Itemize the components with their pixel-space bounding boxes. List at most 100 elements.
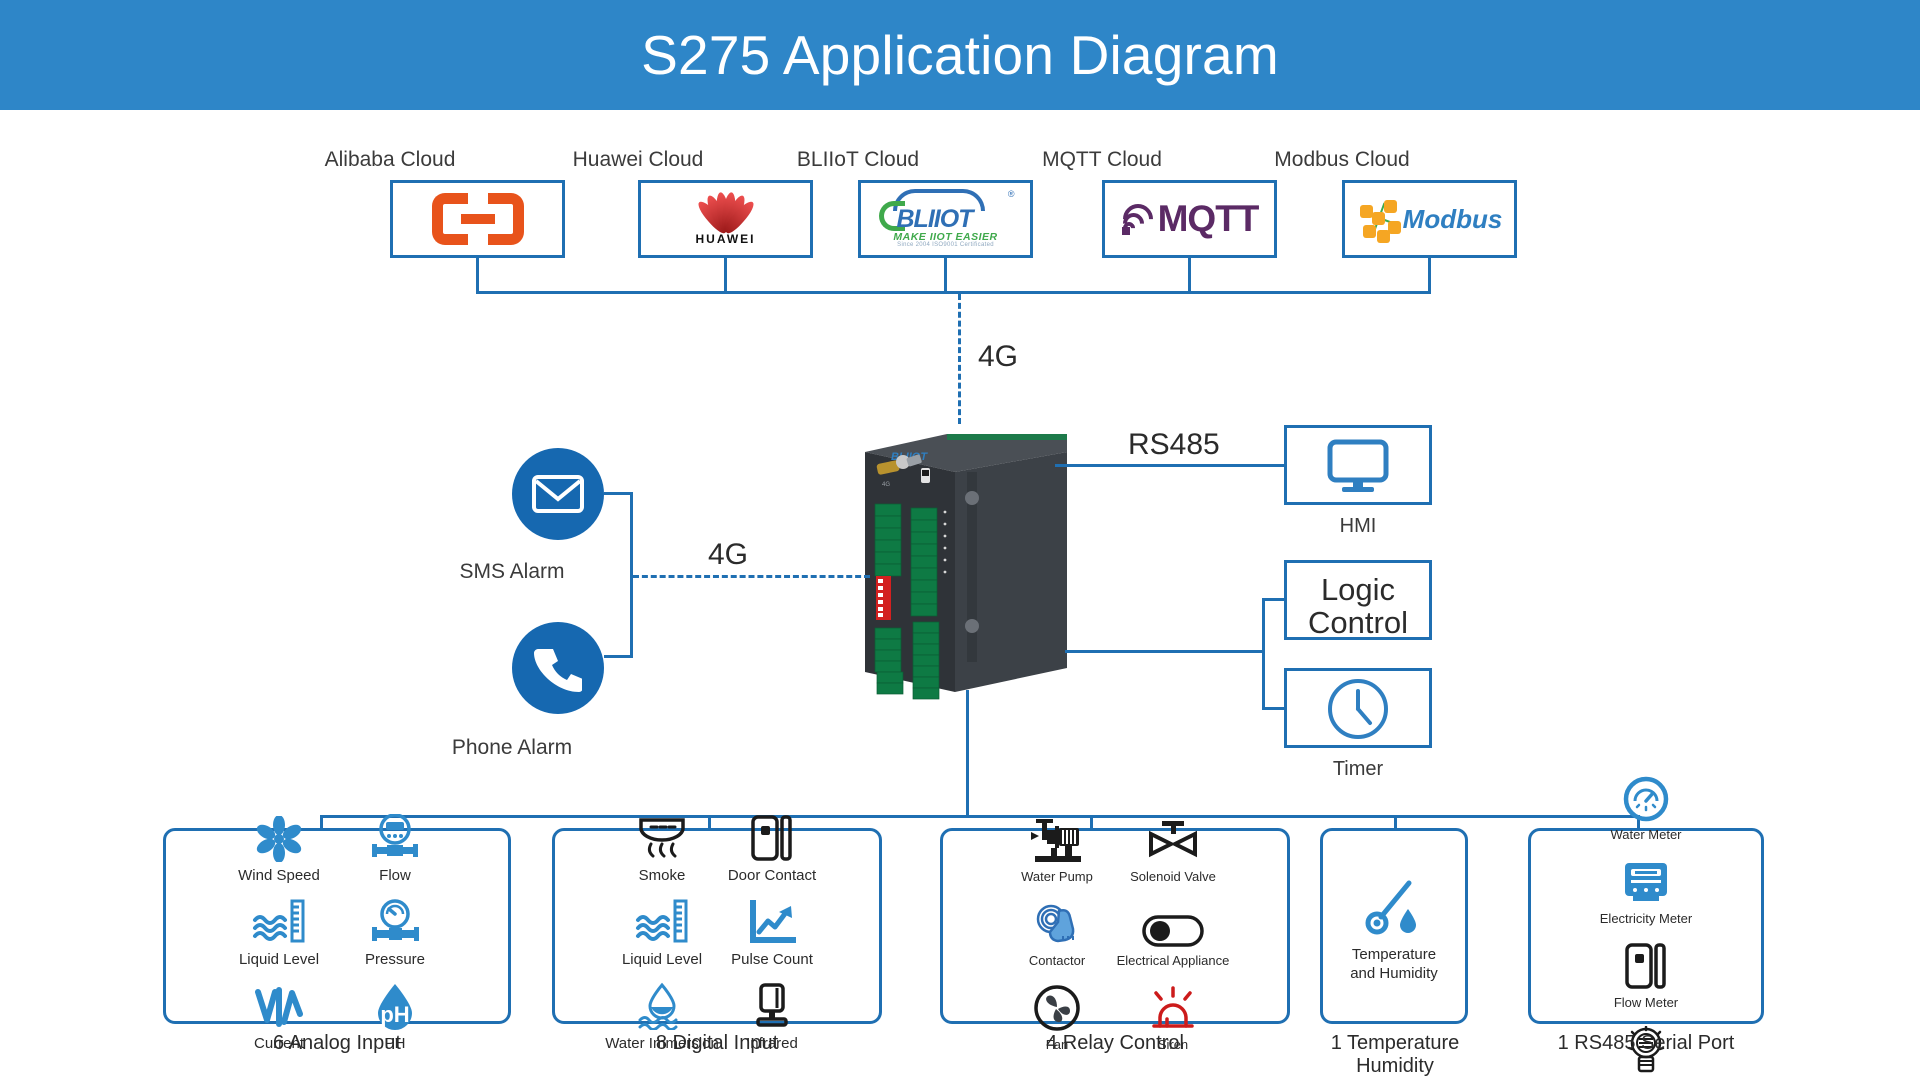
cloud-bus-line [476, 291, 1431, 294]
flow-meter-box-icon [1625, 943, 1666, 989]
item-label: Electricity Meter [1599, 911, 1693, 926]
item-smoke[interactable]: Smoke [607, 800, 717, 884]
page-title: S275 Application Diagram [641, 24, 1279, 86]
thermometer-humidity-icon [1365, 880, 1416, 935]
siren-icon [1152, 986, 1194, 1028]
panel-temperature-humidity[interactable]: Temperature and Humidity [1320, 828, 1468, 1024]
bliiot-logo: ® BLIIOT MAKE IIOT EASIER Since 2004 ISO… [871, 187, 1021, 251]
monitor-icon [1327, 439, 1389, 492]
rs485-link-line [1055, 464, 1285, 467]
cloud-caption-bliiot: BLIIoT Cloud [796, 148, 920, 171]
logic-control-line1: Logic [1320, 572, 1396, 607]
item-solenoid-valve[interactable]: Solenoid Valve [1115, 800, 1231, 884]
clock-icon [1328, 679, 1388, 739]
item-flow[interactable]: Flow [337, 800, 453, 884]
item-wind-speed[interactable]: Wind Speed [221, 800, 337, 884]
item-label: Door Contact [727, 867, 817, 884]
electricity-meter-icon [1625, 863, 1667, 901]
panel-relay-control[interactable]: Water Pump Solenoid Valve Contactor Elec… [940, 819, 1290, 1052]
panel-caption-rs485: 1 RS485 Serial Port [1557, 1032, 1735, 1054]
logic-timer-trunk [1065, 650, 1265, 653]
timer-node[interactable] [1284, 668, 1432, 748]
huawei-wordmark: HUAWEI [695, 232, 756, 246]
cloud-caption-alibaba: Alibaba Cloud [324, 148, 456, 171]
item-label: Liquid Level [621, 951, 703, 968]
timer-branch [1262, 707, 1287, 710]
cloud-drop-huawei [724, 258, 727, 294]
item-label-line1: Temperature [1351, 945, 1437, 963]
item-flow-meter[interactable]: Flow Meter [1590, 926, 1702, 1010]
item-electrical-appliance[interactable]: Electrical Appliance [1115, 884, 1231, 968]
cloud-box-mqtt[interactable]: MQTT [1102, 180, 1277, 258]
item-liquid-level-digital[interactable]: Liquid Level [607, 884, 717, 968]
item-label: Electrical Appliance [1116, 953, 1230, 968]
cloud-drop-bliiot [944, 258, 947, 294]
cloud-drop-mqtt [1188, 258, 1191, 294]
cloud-box-bliiot[interactable]: ® BLIIOT MAKE IIOT EASIER Since 2004 ISO… [858, 180, 1033, 258]
modbus-logo: Modbus [1357, 197, 1502, 243]
cloud-box-alibaba[interactable] [390, 180, 565, 258]
svg-text:4G: 4G [882, 482, 890, 488]
diagram-canvas: S275 Application Diagram Alibaba Cloud H… [0, 0, 1920, 1080]
item-contactor[interactable]: Contactor [999, 884, 1115, 968]
item-temperature-humidity[interactable]: Temperature and Humidity [1327, 851, 1461, 1001]
item-water-meter[interactable]: Water Meter [1590, 758, 1702, 842]
panel-digital-input[interactable]: Smoke Door Contact Liquid Level Pulse Co… [552, 815, 882, 1052]
item-label: Pressure [364, 951, 426, 968]
device-downlink-line [966, 690, 969, 818]
item-pressure[interactable]: Pressure [337, 884, 453, 968]
item-label: Solenoid Valve [1130, 869, 1216, 884]
item-water-pump[interactable]: Water Pump [999, 800, 1115, 884]
rs485-label: RS485 [1128, 428, 1220, 461]
item-pulse-count[interactable]: Pulse Count [717, 884, 827, 968]
alibaba-cloud-logo [431, 193, 524, 245]
item-label: Flow [379, 867, 411, 884]
fan-icon [256, 816, 302, 862]
item-door-contact[interactable]: Door Contact [717, 800, 827, 884]
logic-control-node[interactable]: Logic Control [1284, 560, 1432, 640]
cloud-caption-modbus: Modbus Cloud [1274, 148, 1410, 171]
bottom-bus-line [320, 815, 1640, 818]
panel-caption-temp-line1: 1 Temperature [1330, 1032, 1460, 1054]
cloud-box-huawei[interactable]: HUAWEI [638, 180, 813, 258]
door-contact-icon [751, 815, 792, 861]
sms-alarm-badge[interactable] [512, 448, 604, 540]
liquid-level-icon [253, 899, 305, 943]
bliiot-cert: Since 2004 ISO9001 Certificated [897, 242, 994, 248]
panel-analog-input[interactable]: Wind Speed Flow Liquid Level Pressure Cu… [163, 814, 511, 1052]
panel-caption-digital: 8 Digital Input [655, 1032, 779, 1054]
item-liquid-level[interactable]: Liquid Level [221, 884, 337, 968]
toggle-switch-icon [1142, 915, 1204, 947]
uplink-4g-label: 4G [978, 340, 1019, 373]
item-label: Flow Meter [1613, 995, 1679, 1010]
ph-droplet-icon: pH [378, 984, 412, 1030]
registered-mark: ® [1007, 189, 1015, 199]
phone-icon [534, 649, 582, 692]
water-pump-icon [1031, 819, 1081, 862]
hmi-node[interactable] [1284, 425, 1432, 505]
current-wave-icon [255, 987, 303, 1027]
pressure-gauge-icon [372, 899, 419, 941]
mqtt-logo: MQTT [1116, 197, 1259, 241]
infrared-sensor-icon [756, 983, 788, 1027]
contactor-icon [1036, 904, 1075, 943]
logic-timer-bracket [1262, 598, 1265, 710]
panel-caption-temp-line2: Humidity [1356, 1055, 1434, 1077]
cloud-drop-alibaba [476, 258, 479, 294]
item-label: Pulse Count [731, 951, 813, 968]
logic-branch [1262, 598, 1287, 601]
phone-alarm-badge[interactable] [512, 622, 604, 714]
pulse-chart-icon [750, 900, 796, 943]
item-label: Liquid Level [238, 951, 320, 968]
alarm-branch-sms [604, 492, 633, 495]
sms-4g-dashed-line [633, 575, 870, 578]
panel-rs485-serial[interactable]: Water Meter Electricity Meter Flow Meter [1528, 776, 1764, 1080]
cloud-box-modbus[interactable]: Modbus [1342, 180, 1517, 258]
item-electricity-meter[interactable]: Electricity Meter [1590, 842, 1702, 926]
smoke-detector-icon [639, 818, 685, 858]
item-label: Wind Speed [238, 867, 320, 884]
item-label-line2: and Humidity [1350, 964, 1438, 982]
panel-caption-analog: 6 Analog Input [273, 1032, 401, 1054]
logic-control-line2: Control [1308, 605, 1408, 641]
phone-alarm-label: Phone Alarm [451, 736, 573, 759]
